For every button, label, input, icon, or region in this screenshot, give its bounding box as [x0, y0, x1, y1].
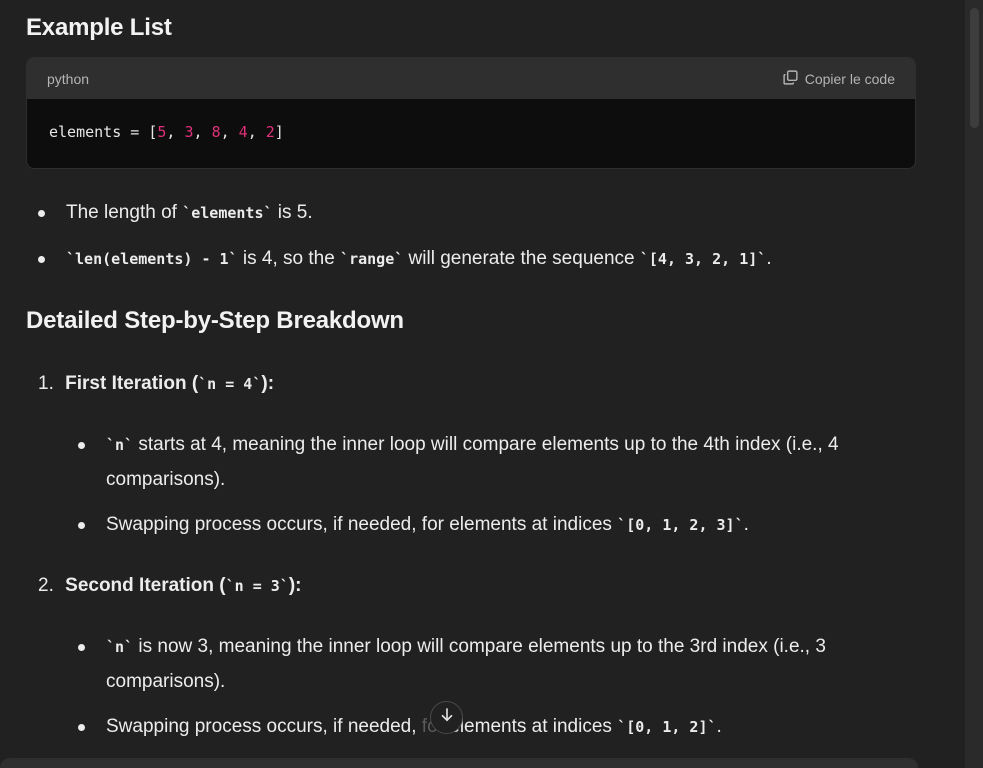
- code-content[interactable]: elements = [5, 3, 8, 4, 2]: [27, 99, 915, 165]
- list-item: The length of `elements` is 5.: [66, 202, 313, 223]
- message-composer[interactable]: [0, 758, 918, 768]
- step-heading: 1. First Iteration (`n = 4`):: [38, 373, 275, 394]
- code-language-label: python: [47, 70, 90, 87]
- bullet-dot: [78, 644, 85, 651]
- heading-example-list: Example List: [26, 14, 172, 41]
- bullet-dot: [38, 210, 45, 217]
- scrollbar[interactable]: [965, 0, 983, 768]
- copy-icon: [782, 69, 799, 89]
- list-item: Swapping process occurs, if needed, for …: [106, 716, 722, 737]
- bullet-dot: [78, 522, 85, 529]
- chat-page: Example List python Copier le code eleme…: [0, 0, 983, 768]
- code-block: python Copier le code elements = [5, 3, …: [26, 57, 916, 169]
- bullet-dot: [78, 442, 85, 449]
- list-item: Swapping process occurs, if needed, for …: [106, 514, 749, 535]
- scrollbar-thumb[interactable]: [970, 8, 979, 128]
- heading-breakdown: Detailed Step-by-Step Breakdown: [26, 307, 404, 334]
- list-item: `n` is now 3, meaning the inner loop wil…: [106, 636, 826, 657]
- bullet-dot: [78, 724, 85, 731]
- list-item-continuation: comparisons).: [106, 671, 226, 692]
- list-item: `len(elements) - 1` is 4, so the `range`…: [66, 248, 772, 269]
- copy-code-button[interactable]: Copier le code: [782, 69, 895, 89]
- copy-code-label: Copier le code: [804, 70, 895, 87]
- code-block-header: python Copier le code: [27, 58, 915, 99]
- scroll-to-bottom-button[interactable]: [430, 701, 463, 734]
- list-item: `n` starts at 4, meaning the inner loop …: [106, 434, 839, 455]
- step-heading: 2. Second Iteration (`n = 3`):: [38, 575, 302, 596]
- bullet-dot: [38, 256, 45, 263]
- arrow-down-icon: [438, 706, 456, 729]
- list-item-continuation: comparisons).: [106, 469, 226, 490]
